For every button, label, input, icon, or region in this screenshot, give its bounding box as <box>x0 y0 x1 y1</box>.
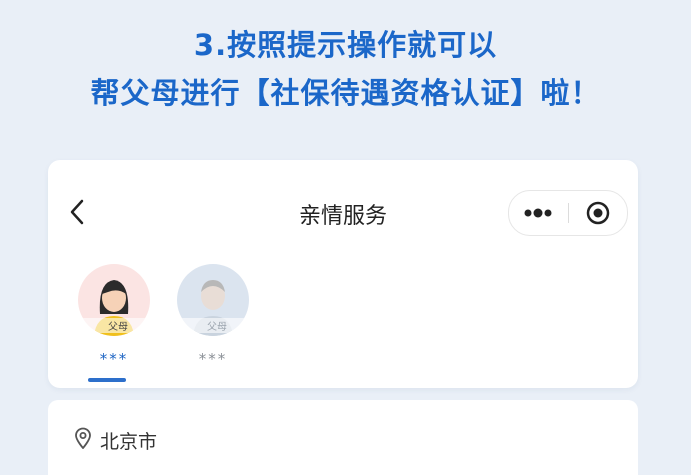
member-name: *** <box>198 350 228 368</box>
more-button[interactable] <box>509 191 567 235</box>
selected-member-indicator <box>88 378 126 382</box>
avatar: 父母 <box>177 264 249 336</box>
member-parent-1[interactable]: 父母 *** <box>74 264 154 368</box>
target-close-icon <box>586 201 610 225</box>
member-parent-2[interactable]: 父母 *** <box>173 264 253 368</box>
member-name: *** <box>99 350 129 368</box>
location-row[interactable]: 北京市 <box>48 400 638 475</box>
avatar: 父母 <box>78 264 150 336</box>
location-text: 北京市 <box>100 431 158 453</box>
more-dots-icon <box>524 208 552 218</box>
service-card: 亲情服务 父母 *** 父母 *** <box>48 160 638 388</box>
headline-line-2: 帮父母进行【社保待遇资格认证】啦！ <box>90 76 601 110</box>
mini-program-capsule <box>508 190 628 236</box>
location-pin-icon <box>75 427 91 449</box>
headline-line-1: 3.按照提示操作就可以 <box>193 28 498 62</box>
member-relation-label: 父母 <box>78 318 150 333</box>
member-relation-label: 父母 <box>177 318 249 333</box>
close-button[interactable] <box>569 191 627 235</box>
